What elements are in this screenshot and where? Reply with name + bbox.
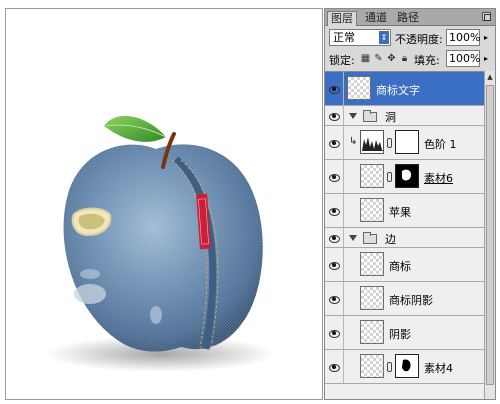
scroll-up-arrow-icon[interactable]: ▲	[486, 72, 494, 83]
chain-link-icon[interactable]	[387, 362, 392, 372]
fill-flyout-icon[interactable]: ▸	[481, 52, 491, 65]
layer-name: 色阶 1	[424, 138, 457, 151]
panel-close-icon[interactable]	[482, 12, 491, 21]
layer-row[interactable]: 苹果	[325, 194, 484, 228]
folder-icon	[363, 110, 377, 122]
layer-name: 商标	[389, 260, 411, 273]
layer-thumbnail	[360, 320, 384, 344]
layer-thumbnail	[360, 164, 384, 188]
layer-name: 商标阴影	[389, 294, 433, 307]
chain-link-icon[interactable]	[387, 138, 392, 148]
tab-layers[interactable]: 图层	[327, 11, 357, 26]
document-canvas[interactable]	[5, 8, 323, 400]
layer-name: 洞	[385, 111, 396, 124]
layer-thumbnail	[347, 76, 371, 100]
layer-row[interactable]: 商标文字	[325, 72, 484, 106]
layer-row[interactable]: 素材6	[325, 160, 484, 194]
blend-mode-value: 正常	[333, 31, 355, 44]
panel-tab-bar: 图层 通道 路径	[325, 9, 495, 26]
lock-row: 锁定: ▦ ✎ ✥ 🔒︎ 填充: 100% ▸	[329, 50, 493, 68]
lock-transparency-icon[interactable]: ▦	[360, 53, 371, 64]
layers-list: 商标文字 洞 ↳ 色阶 1 素材6 苹果 边 商标 商标阴影 阴影 素材4	[325, 71, 484, 399]
lock-position-icon[interactable]: ✥	[386, 53, 397, 64]
layer-row[interactable]: 素材4	[325, 350, 484, 384]
blend-mode-select[interactable]: 正常 ⇕	[329, 29, 391, 46]
expand-triangle-icon[interactable]	[349, 113, 357, 119]
separator	[343, 248, 344, 281]
fill-label: 填充:	[414, 54, 440, 67]
opacity-label: 不透明度:	[395, 33, 443, 46]
eye-icon[interactable]	[328, 207, 340, 216]
levels-histogram-icon	[360, 130, 384, 154]
layer-row[interactable]: ↳ 色阶 1	[325, 126, 484, 160]
scroll-thumb[interactable]	[486, 85, 494, 385]
lock-label: 锁定:	[329, 54, 355, 67]
tab-paths[interactable]: 路径	[394, 11, 422, 26]
layers-scrollbar[interactable]: ▲	[484, 71, 495, 399]
group-row[interactable]: 边	[325, 228, 484, 248]
layer-name: 边	[385, 233, 396, 246]
layer-mask-thumbnail	[395, 130, 419, 154]
eye-icon[interactable]	[328, 112, 340, 121]
lock-all-icon[interactable]: 🔒︎	[399, 53, 410, 64]
layer-thumbnail	[360, 198, 384, 222]
fill-field[interactable]: 100%	[446, 50, 480, 67]
layer-thumbnail	[360, 286, 384, 310]
separator	[343, 228, 344, 247]
separator	[343, 126, 344, 159]
eye-icon[interactable]	[328, 261, 340, 270]
photoshop-window: 图层 通道 路径 正常 ⇕ 不透明度: 100% ▸ 锁定: ▦ ✎ ✥ 🔒︎ …	[0, 0, 500, 404]
separator	[343, 194, 344, 227]
layer-name: 素材6	[424, 172, 453, 185]
layer-mask-thumbnail	[395, 354, 419, 378]
eye-icon[interactable]	[328, 173, 340, 182]
layer-name: 商标文字	[376, 84, 420, 97]
layer-name: 素材4	[424, 362, 453, 375]
layer-row[interactable]: 阴影	[325, 316, 484, 350]
tab-channels[interactable]: 通道	[362, 11, 390, 26]
layer-row[interactable]: 商标	[325, 248, 484, 282]
layers-panel: 图层 通道 路径 正常 ⇕ 不透明度: 100% ▸ 锁定: ▦ ✎ ✥ 🔒︎ …	[324, 8, 496, 400]
separator	[343, 72, 344, 105]
separator	[343, 350, 344, 383]
separator	[343, 106, 344, 125]
clip-arrow-icon: ↳	[349, 136, 358, 147]
denim-apple-image	[46, 115, 276, 372]
eye-icon[interactable]	[328, 139, 340, 148]
eye-icon[interactable]	[328, 234, 340, 243]
folder-icon	[363, 232, 377, 244]
layer-thumbnail	[360, 252, 384, 276]
eye-icon[interactable]	[328, 85, 340, 94]
eye-icon[interactable]	[328, 363, 340, 372]
blend-row: 正常 ⇕ 不透明度: 100% ▸	[329, 29, 493, 47]
group-row[interactable]: 洞	[325, 106, 484, 126]
layer-row[interactable]: 商标阴影	[325, 282, 484, 316]
separator	[343, 282, 344, 315]
opacity-flyout-icon[interactable]: ▸	[481, 31, 491, 44]
eye-icon[interactable]	[328, 295, 340, 304]
separator	[343, 160, 344, 193]
layer-name: 阴影	[389, 328, 411, 341]
layer-name: 苹果	[389, 206, 411, 219]
dropdown-arrow-icon[interactable]: ⇕	[379, 31, 389, 44]
opacity-field[interactable]: 100%	[446, 29, 480, 46]
layer-mask-thumbnail	[395, 164, 419, 188]
eye-icon[interactable]	[328, 329, 340, 338]
layer-thumbnail	[360, 354, 384, 378]
expand-triangle-icon[interactable]	[349, 235, 357, 241]
separator	[343, 316, 344, 349]
chain-link-icon[interactable]	[387, 172, 392, 182]
lock-pixels-icon[interactable]: ✎	[373, 53, 384, 64]
